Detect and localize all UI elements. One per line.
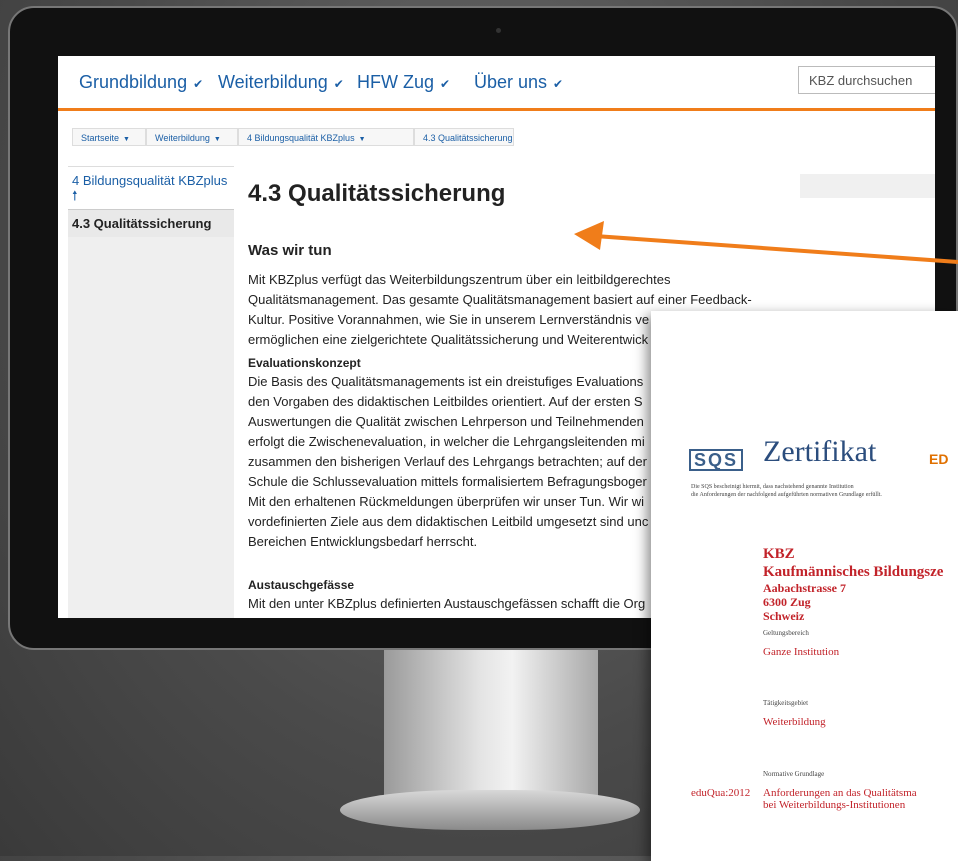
org-short: KBZ	[763, 546, 795, 562]
monitor-stand	[384, 650, 598, 800]
nav-weiterbildung[interactable]: Weiterbildung ✔	[218, 72, 344, 93]
breadcrumb-label: 4.3 Qualitätssicherung	[423, 133, 513, 143]
certificate-document: SQS Zertifikat ED Die SQS bescheinigt hi…	[651, 311, 958, 861]
breadcrumb-item-current[interactable]: 4.3 Qualitätssicherung	[414, 128, 514, 146]
norm-description: Anforderungen an das Qualitätsma bei Wei…	[763, 787, 917, 811]
statement-line: die Anforderungen der nachfolgend aufgef…	[691, 492, 882, 498]
side-panel-placeholder	[800, 174, 935, 198]
statement-line: Die SQS bescheinigt hiermit, dass nachst…	[691, 484, 854, 490]
monitor-stand-base	[340, 790, 640, 830]
address-line: 6300 Zug	[763, 595, 811, 609]
breadcrumb-item-bildungsqualitaet[interactable]: 4 Bildungsqualität KBZplus ▼	[238, 128, 414, 146]
org-name: Kaufmännisches Bildungsze	[763, 564, 944, 580]
address-line: Aabachstrasse 7	[763, 581, 846, 595]
scope-value: Ganze Institution	[763, 646, 840, 658]
activity-value: Weiterbildung	[763, 716, 826, 728]
norm-line: bei Weiterbildungs-Institutionen	[763, 799, 906, 811]
top-navigation: Grundbildung ✔ Weiterbildung ✔ HFW Zug ✔ Üb…	[58, 56, 935, 111]
text-line: Qualitätsmanagement. Das gesamte Qualitä…	[248, 292, 752, 307]
nav-label: Grundbildung	[79, 72, 188, 92]
nav-label: Weiterbildung	[218, 72, 328, 92]
breadcrumb-label: 4 Bildungsqualität KBZplus	[247, 133, 355, 143]
eduqua-logo: ED	[929, 451, 949, 467]
search-input[interactable]: KBZ durchsuchen	[798, 66, 935, 94]
caret-down-icon: ▼	[358, 136, 366, 143]
chevron-down-icon: ✔	[553, 77, 564, 91]
sidebar: 4 Bildungsqualität KBZplus 🠕 4.3 Qualitä…	[68, 166, 234, 237]
sidebar-background	[68, 221, 234, 618]
address-line: Schweiz	[763, 609, 805, 623]
evaluation-heading: Evaluationskonzept	[248, 356, 361, 370]
section-title: Was wir tun	[248, 242, 332, 259]
nav-label: Über uns	[474, 72, 548, 92]
page-title: 4.3 Qualitätssicherung	[248, 180, 506, 207]
breadcrumb-item-startseite[interactable]: Startseite ▼	[72, 128, 146, 146]
chevron-down-icon: ✔	[440, 77, 451, 91]
sqs-logo: SQS	[689, 449, 744, 471]
nav-ueber-uns[interactable]: Über uns ✔	[474, 72, 563, 93]
chevron-down-icon: ✔	[333, 77, 344, 91]
certificate-title: Zertifikat	[763, 435, 877, 468]
caret-down-icon: ▼	[123, 136, 130, 143]
nav-label: HFW Zug	[357, 72, 435, 92]
sidebar-item-current[interactable]: 4.3 Qualitätssicherung	[68, 209, 234, 237]
chevron-down-icon: ✔	[193, 77, 204, 91]
exchange-heading: Austauschgefässe	[248, 578, 355, 592]
camera-dot	[496, 28, 501, 33]
text-line: Mit KBZplus verfügt das Weiterbildungsze…	[248, 272, 671, 287]
scope-label: Geltungsbereich	[763, 629, 809, 637]
sidebar-item-parent[interactable]: 4 Bildungsqualität KBZplus 🠕	[68, 166, 234, 209]
nav-grundbildung[interactable]: Grundbildung ✔	[79, 72, 203, 93]
sidebar-item-label: 4 Bildungsqualität KBZplus	[72, 173, 228, 188]
norm-label: Normative Grundlage	[763, 770, 825, 778]
nav-hfw-zug[interactable]: HFW Zug ✔	[357, 72, 450, 93]
certificate-organization: KBZ Kaufmännisches Bildungsze Aabachstra…	[763, 545, 943, 623]
breadcrumb-label: Weiterbildung	[155, 133, 210, 143]
breadcrumb-item-weiterbildung[interactable]: Weiterbildung ▼	[146, 128, 238, 146]
breadcrumb-label: Startseite	[81, 133, 120, 143]
norm-line: Anforderungen an das Qualitätsma	[763, 787, 917, 799]
arrow-up-icon: 🠕	[72, 188, 78, 203]
certificate-statement: Die SQS bescheinigt hiermit, dass nachst…	[691, 483, 882, 499]
activity-label: Tätigkeitsgebiet	[763, 699, 809, 707]
caret-down-icon: ▼	[213, 136, 221, 143]
norm-code: eduQua:2012	[691, 787, 751, 799]
